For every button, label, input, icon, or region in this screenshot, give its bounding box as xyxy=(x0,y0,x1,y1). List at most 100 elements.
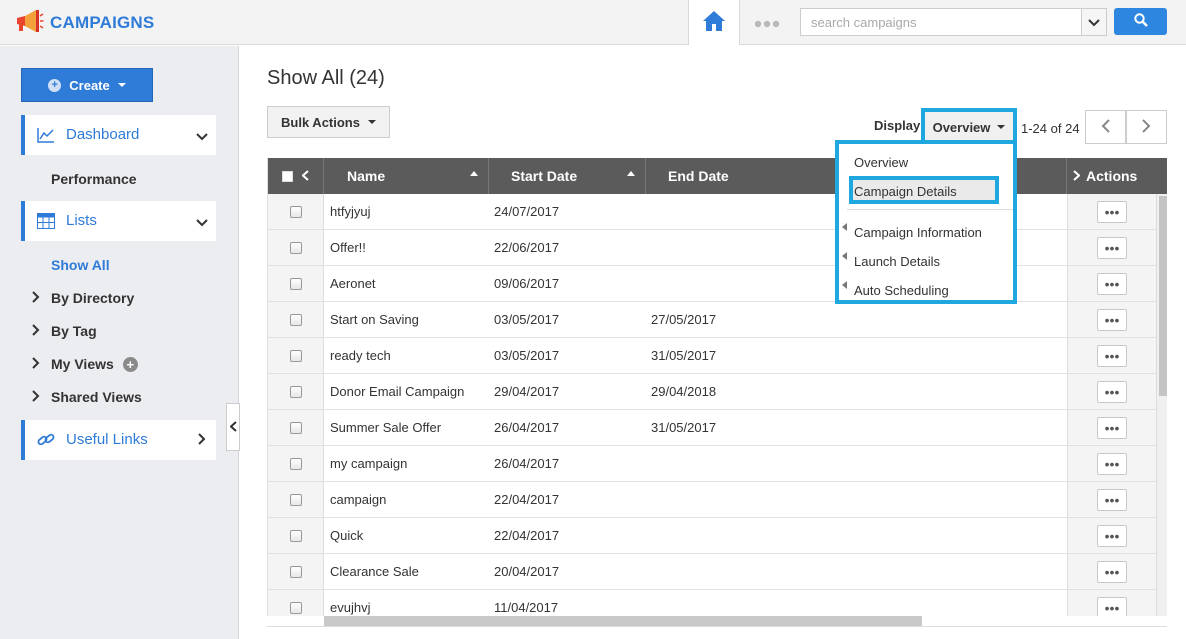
row-name[interactable]: Quick xyxy=(330,518,363,553)
row-name[interactable]: campaign xyxy=(330,482,386,517)
dropdown-item-overview[interactable]: Overview xyxy=(854,155,908,170)
row-name[interactable]: Offer!! xyxy=(330,230,366,265)
prev-page-button[interactable] xyxy=(1085,110,1126,144)
row-checkbox[interactable] xyxy=(289,313,302,326)
row-checkbox[interactable] xyxy=(289,493,302,506)
row-checkbox-cell xyxy=(268,338,324,373)
row-checkbox[interactable] xyxy=(289,529,302,542)
row-checkbox-cell xyxy=(268,482,324,517)
search-icon xyxy=(1133,13,1148,30)
table-row[interactable]: Offer!! 22/06/2017 ••• xyxy=(268,230,1156,266)
row-name[interactable]: ready tech xyxy=(330,338,391,373)
row-checkbox[interactable] xyxy=(289,349,302,362)
column-header-actions[interactable]: Actions xyxy=(1067,158,1167,194)
dropdown-item-launch-details[interactable]: Launch Details xyxy=(854,254,940,269)
table-row[interactable]: campaign 22/04/2017 ••• xyxy=(268,482,1156,518)
row-checkbox-cell xyxy=(268,266,324,301)
bulk-actions-button[interactable]: Bulk Actions xyxy=(267,106,390,138)
row-checkbox[interactable] xyxy=(289,241,302,254)
table-row[interactable]: Aeronet 09/06/2017 ••• xyxy=(268,266,1156,302)
sidebar-item-my-views[interactable]: My Views + xyxy=(32,356,138,372)
row-checkbox[interactable] xyxy=(289,601,302,614)
table-row[interactable]: my campaign 26/04/2017 ••• xyxy=(268,446,1156,482)
column-header-name[interactable]: Name xyxy=(324,158,489,194)
row-name[interactable]: Summer Sale Offer xyxy=(330,410,441,445)
dropdown-item-auto-scheduling[interactable]: Auto Scheduling xyxy=(854,283,949,298)
table-row[interactable]: Clearance Sale 20/04/2017 ••• xyxy=(268,554,1156,590)
row-start-date: 22/06/2017 xyxy=(494,240,560,255)
dropdown-item-campaign-details[interactable]: Campaign Details xyxy=(854,184,957,199)
row-checkbox[interactable] xyxy=(289,277,302,290)
row-checkbox[interactable] xyxy=(289,565,302,578)
table-row[interactable]: ready tech 03/05/2017 31/05/2017 ••• xyxy=(268,338,1156,374)
table-row[interactable]: Start on Saving 03/05/2017 27/05/2017 ••… xyxy=(268,302,1156,338)
row-more-button[interactable]: ••• xyxy=(1097,596,1127,616)
row-more-button[interactable]: ••• xyxy=(1097,452,1127,475)
horizontal-scrollbar[interactable] xyxy=(324,616,922,626)
row-more-button[interactable]: ••• xyxy=(1097,236,1127,259)
add-view-icon[interactable]: + xyxy=(122,356,138,372)
row-actions-cell: ••• xyxy=(1067,230,1156,265)
search-button[interactable] xyxy=(1114,8,1167,35)
row-end-date: 31/05/2017 xyxy=(651,420,717,435)
create-button[interactable]: + Create xyxy=(21,68,153,102)
chevron-left-icon[interactable] xyxy=(301,168,309,184)
row-more-button[interactable]: ••• xyxy=(1097,524,1127,547)
row-more-button[interactable]: ••• xyxy=(1097,344,1127,367)
row-name[interactable]: evujhvj xyxy=(330,590,370,616)
row-name[interactable]: Start on Saving xyxy=(330,302,419,337)
select-all-checkbox[interactable] xyxy=(282,170,293,182)
sidebar: + Create Dashboard Performance Lists Sho… xyxy=(0,46,239,639)
row-checkbox[interactable] xyxy=(289,205,302,218)
row-more-button[interactable]: ••• xyxy=(1097,272,1127,295)
plus-circle-icon: + xyxy=(48,78,62,92)
row-start-date: 03/05/2017 xyxy=(494,348,560,363)
sidebar-item-by-tag[interactable]: By Tag xyxy=(32,323,97,339)
sidebar-item-by-directory[interactable]: By Directory xyxy=(32,290,134,306)
sidebar-section-dashboard[interactable]: Dashboard xyxy=(21,115,216,155)
vertical-scrollbar[interactable] xyxy=(1156,194,1167,616)
row-start-date: 22/04/2017 xyxy=(494,492,560,507)
vertical-scrollbar-thumb[interactable] xyxy=(1159,196,1167,396)
row-more-button[interactable]: ••• xyxy=(1097,380,1127,403)
table-row[interactable]: evujhvj 11/04/2017 ••• xyxy=(268,590,1156,616)
chart-line-icon xyxy=(37,127,55,146)
row-name[interactable]: Clearance Sale xyxy=(330,554,419,589)
row-more-button[interactable]: ••• xyxy=(1097,560,1127,583)
sidebar-item-shared-views[interactable]: Shared Views xyxy=(32,389,142,405)
column-header-start-date[interactable]: Start Date xyxy=(489,158,646,194)
row-more-button[interactable]: ••• xyxy=(1097,200,1127,223)
row-checkbox-cell xyxy=(268,230,324,265)
sidebar-dashboard-label: Dashboard xyxy=(66,126,140,143)
more-apps-button[interactable] xyxy=(748,12,786,32)
table-header: Name Start Date End Date Actions xyxy=(268,158,1167,194)
table-row[interactable]: htfyjyuj 24/07/2017 ••• xyxy=(268,194,1156,230)
row-checkbox[interactable] xyxy=(289,385,302,398)
table-row[interactable]: Summer Sale Offer 26/04/2017 31/05/2017 … xyxy=(268,410,1156,446)
sidebar-item-performance[interactable]: Performance xyxy=(51,171,137,187)
search-input[interactable] xyxy=(800,8,1082,36)
row-more-button[interactable]: ••• xyxy=(1097,308,1127,331)
search-filter-dropdown[interactable] xyxy=(1081,8,1107,36)
column-header-start-date-label: Start Date xyxy=(511,168,578,184)
dropdown-item-campaign-information[interactable]: Campaign Information xyxy=(854,225,982,240)
next-page-button[interactable] xyxy=(1126,110,1167,144)
app-title: CAMPAIGNS xyxy=(50,12,155,32)
table-row[interactable]: Donor Email Campaign 29/04/2017 29/04/20… xyxy=(268,374,1156,410)
table-row[interactable]: Quick 22/04/2017 ••• xyxy=(268,518,1156,554)
home-button[interactable] xyxy=(688,0,740,45)
app-logo[interactable]: CAMPAIGNS xyxy=(14,8,154,37)
row-more-button[interactable]: ••• xyxy=(1097,488,1127,511)
row-checkbox[interactable] xyxy=(289,421,302,434)
row-name[interactable]: Donor Email Campaign xyxy=(330,374,464,409)
row-checkbox[interactable] xyxy=(289,457,302,470)
sidebar-collapse-handle[interactable] xyxy=(226,403,240,451)
row-more-button[interactable]: ••• xyxy=(1097,416,1127,439)
sidebar-section-lists[interactable]: Lists xyxy=(21,201,216,241)
divider xyxy=(267,626,1167,627)
row-name[interactable]: Aeronet xyxy=(330,266,376,301)
sidebar-section-useful-links[interactable]: Useful Links xyxy=(21,420,216,460)
sidebar-item-show-all[interactable]: Show All xyxy=(51,257,110,273)
row-name[interactable]: my campaign xyxy=(330,446,407,481)
row-name[interactable]: htfyjyuj xyxy=(330,194,370,229)
